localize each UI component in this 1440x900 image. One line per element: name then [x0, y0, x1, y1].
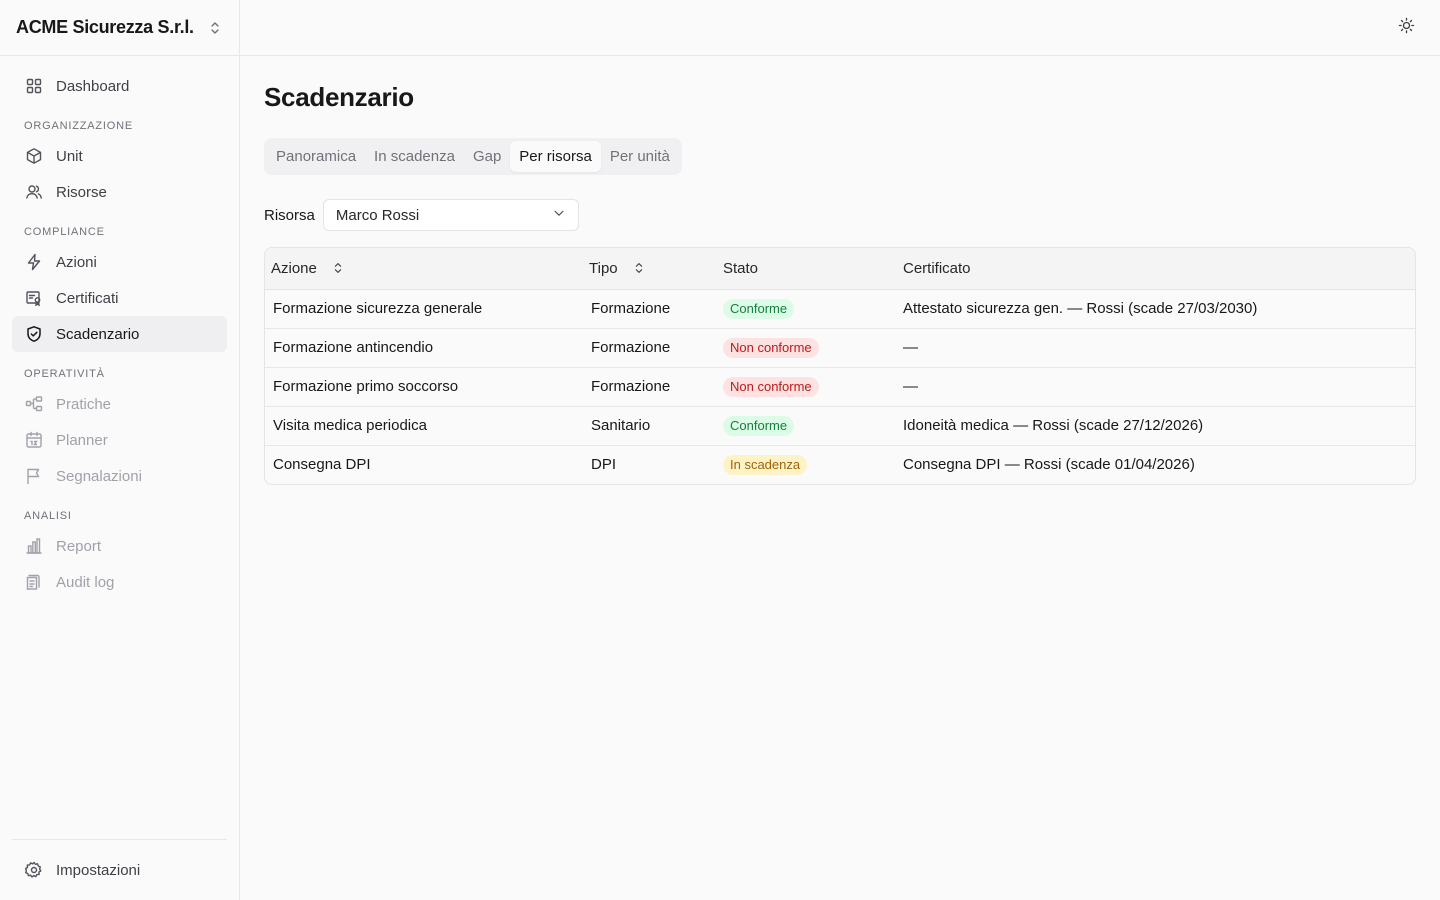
cell-tipo: Formazione	[579, 328, 715, 368]
status-badge: Conforme	[723, 298, 795, 319]
cell-tipo: DPI	[591, 456, 617, 474]
sidebar-item-pratiche[interactable]: Pratiche	[12, 386, 227, 422]
resource-filter: Risorsa Marco Rossi	[264, 199, 1416, 231]
section-analisi: ANALISI	[24, 510, 72, 522]
sun-icon	[1398, 17, 1415, 39]
table-row: Consegna DPI DPI In scadenza Consegna DP…	[265, 445, 1415, 484]
sidebar-nav: Dashboard ORGANIZZAZIONE Unit Risorse CO…	[0, 56, 239, 600]
tab-in-scadenza[interactable]: In scadenza	[365, 141, 464, 172]
workflow-icon	[24, 394, 44, 414]
cell-certificato: —	[895, 367, 1415, 407]
cell-azione: Formazione primo soccorso	[265, 367, 579, 407]
sidebar-item-risorse[interactable]: Risorse	[12, 174, 227, 210]
cell-tipo: Formazione	[579, 289, 715, 329]
cell-azione: Consegna DPI	[273, 456, 371, 474]
sidebar-item-label: Audit log	[56, 573, 115, 591]
sidebar-item-label: Scadenzario	[56, 325, 140, 343]
sidebar-item-unit[interactable]: Unit	[12, 138, 227, 174]
log-icon	[24, 572, 44, 592]
sidebar-item-certificati[interactable]: Certificati	[12, 280, 227, 316]
sidebar-item-report[interactable]: Report	[12, 528, 227, 564]
status-badge: Non conforme	[723, 376, 819, 397]
table-row: Visita medica periodica Sanitario Confor…	[265, 406, 1415, 446]
status-badge: In scadenza	[723, 454, 808, 475]
header-certificato: Certificato	[903, 259, 971, 277]
table-header-row: Azione Tipo Stato Certificato	[265, 248, 1415, 290]
sidebar-item-dashboard[interactable]: Dashboard	[12, 68, 227, 104]
tab-per-unita[interactable]: Per unità	[601, 141, 679, 172]
section-organizzazione: ORGANIZZAZIONE	[24, 120, 133, 132]
sidebar-item-label: Planner	[56, 431, 108, 449]
users-icon	[24, 182, 44, 202]
lightning-icon	[24, 252, 44, 272]
sidebar-item-label: Impostazioni	[56, 861, 141, 879]
sidebar-item-label: Report	[56, 537, 102, 555]
cell-certificato: Attestato sicurezza gen. — Rossi (scade …	[895, 289, 1415, 329]
sort-icon	[632, 261, 646, 275]
shield-check-icon	[24, 324, 44, 344]
sidebar-item-label: Azioni	[56, 253, 97, 271]
cell-tipo: Formazione	[579, 367, 715, 407]
page-title: Scadenzario	[264, 82, 414, 112]
flag-icon	[24, 466, 44, 486]
table-row: Formazione primo soccorso Formazione Non…	[265, 367, 1415, 407]
sidebar-item-impostazioni[interactable]: Impostazioni	[12, 852, 227, 888]
header-stato: Stato	[723, 259, 759, 277]
sidebar-footer: Impostazioni	[12, 839, 227, 888]
sidebar-item-segnalazioni[interactable]: Segnalazioni	[12, 458, 227, 494]
section-operativita: OPERATIVITÀ	[24, 368, 105, 380]
cell-certificato: —	[895, 328, 1415, 368]
cell-azione: Visita medica periodica	[265, 406, 579, 446]
cell-azione: Formazione antincendio	[265, 328, 579, 368]
box-icon	[24, 146, 44, 166]
cell-certificato: Idoneità medica — Rossi (scade 27/12/202…	[895, 406, 1415, 446]
sidebar-item-label: Pratiche	[56, 395, 112, 413]
tab-gap[interactable]: Gap	[464, 141, 510, 172]
resource-select[interactable]: Marco Rossi	[322, 199, 579, 231]
table-row: Formazione sicurezza generale Formazione…	[265, 289, 1415, 329]
section-compliance: COMPLIANCE	[24, 226, 105, 238]
header-tipo: Tipo	[589, 259, 618, 277]
sidebar-item-label: Unit	[56, 147, 83, 165]
org-switcher[interactable]: ACME Sicurezza S.r.l.	[0, 0, 239, 56]
gear-icon	[24, 860, 44, 880]
status-badge: Non conforme	[723, 337, 819, 358]
org-name: ACME Sicurezza S.r.l.	[16, 17, 194, 37]
grid-icon	[24, 76, 44, 96]
resource-select-value: Marco Rossi	[335, 206, 420, 224]
sidebar-item-audit-log[interactable]: Audit log	[12, 564, 227, 600]
view-tabs: Panoramica In scadenza Gap Per risorsa P…	[264, 138, 682, 175]
certificate-icon	[24, 288, 44, 308]
cell-tipo: Sanitario	[579, 406, 715, 446]
sidebar-item-label: Segnalazioni	[56, 467, 142, 485]
sidebar-item-scadenzario[interactable]: Scadenzario	[12, 316, 227, 352]
sidebar-item-label: Risorse	[56, 183, 107, 201]
topbar	[240, 0, 1440, 56]
chevron-down-icon	[552, 206, 566, 224]
scadenzario-table: Azione Tipo Stato Certificato Formazione…	[264, 247, 1416, 485]
chevrons-up-down-icon	[207, 20, 223, 36]
tab-panoramica[interactable]: Panoramica	[267, 141, 365, 172]
tab-per-risorsa[interactable]: Per risorsa	[510, 141, 601, 172]
sort-azione-button[interactable]: Azione	[265, 253, 351, 283]
theme-toggle-button[interactable]	[1396, 17, 1416, 39]
table-row: Formazione antincendio Formazione Non co…	[265, 328, 1415, 368]
resource-filter-label: Risorsa	[264, 206, 315, 224]
cell-azione: Formazione sicurezza generale	[265, 289, 579, 329]
sidebar-item-planner[interactable]: Planner	[12, 422, 227, 458]
sidebar-item-label: Dashboard	[56, 77, 130, 95]
sort-icon	[331, 261, 345, 275]
status-badge: Conforme	[723, 415, 795, 436]
header-azione: Azione	[271, 259, 317, 277]
sidebar-item-azioni[interactable]: Azioni	[12, 244, 227, 280]
bar-chart-icon	[24, 536, 44, 556]
main-content: Scadenzario Panoramica In scadenza Gap P…	[264, 56, 1416, 485]
sidebar-item-label: Certificati	[56, 289, 119, 307]
sidebar: ACME Sicurezza S.r.l. Dashboard ORGANIZZ…	[0, 0, 240, 900]
cell-certificato: Consegna DPI — Rossi (scade 01/04/2026)	[903, 456, 1195, 474]
calendar-icon	[24, 430, 44, 450]
sort-tipo-button[interactable]: Tipo	[583, 253, 652, 283]
